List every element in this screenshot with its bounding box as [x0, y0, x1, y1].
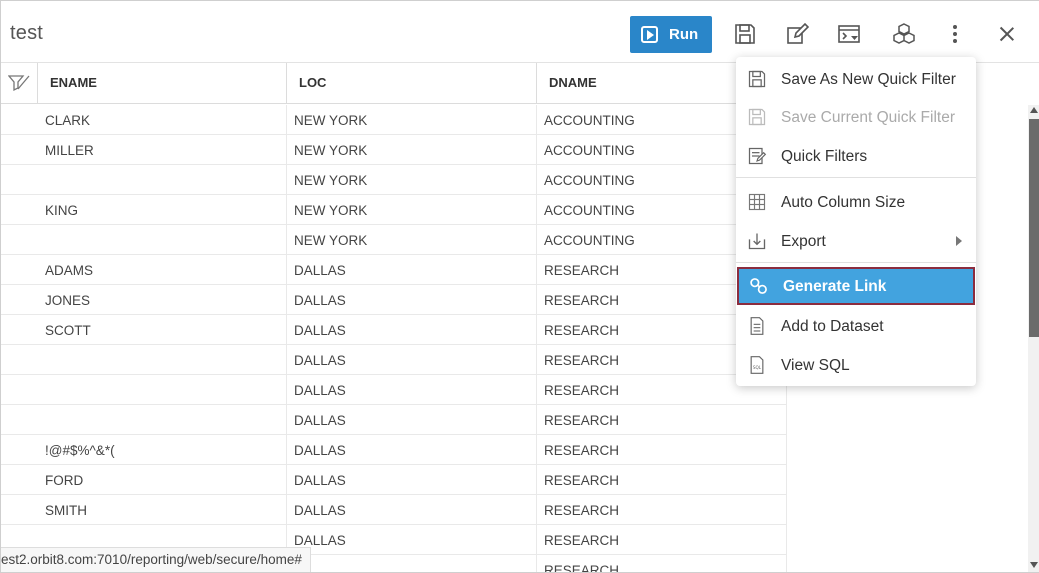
cell-ename[interactable]: [38, 165, 287, 195]
cell-ename[interactable]: FORD: [38, 465, 287, 495]
cell-dname[interactable]: RESEARCH: [537, 495, 787, 525]
table-row[interactable]: JONES DALLAS RESEARCH: [1, 285, 787, 315]
table-row[interactable]: DALLAS RESEARCH: [1, 375, 787, 405]
status-url: est2.orbit8.com:7010/reporting/web/secur…: [1, 547, 311, 572]
cell-dname[interactable]: RESEARCH: [537, 405, 787, 435]
column-header-ename[interactable]: ENAME: [38, 63, 287, 103]
cell-loc[interactable]: NEW YORK: [287, 135, 537, 165]
table-row[interactable]: CLARK NEW YORK ACCOUNTING: [1, 105, 787, 135]
cell-ename[interactable]: [38, 225, 287, 255]
menu-separator: [736, 262, 976, 263]
cell-ename[interactable]: [38, 405, 287, 435]
filter-list-icon: [747, 146, 767, 166]
report-viewer: test Run ENAME LOC DNAME CLARK NEW YORK …: [0, 0, 1039, 573]
cell-ename[interactable]: [38, 375, 287, 405]
column-header-loc[interactable]: LOC: [287, 63, 537, 103]
save-icon: [747, 107, 767, 127]
more-options-menu: Save As New Quick Filter Save Current Qu…: [736, 57, 976, 386]
report-title: test: [10, 22, 44, 44]
menu-item-export[interactable]: Export: [736, 222, 976, 260]
table-row[interactable]: SMITH DALLAS RESEARCH: [1, 495, 787, 525]
edit-icon[interactable]: [784, 21, 810, 47]
console-icon[interactable]: [836, 21, 862, 47]
cell-ename[interactable]: JONES: [38, 285, 287, 315]
table-row[interactable]: ADAMS DALLAS RESEARCH: [1, 255, 787, 285]
menu-item-auto-column-size[interactable]: Auto Column Size: [736, 183, 976, 221]
table-row[interactable]: DALLAS RESEARCH: [1, 345, 787, 375]
table-row[interactable]: DALLAS RESEARCH: [1, 405, 787, 435]
more-options-icon[interactable]: [948, 23, 962, 45]
cell-dname[interactable]: RESEARCH: [537, 465, 787, 495]
menu-item-quick-filters[interactable]: Quick Filters: [736, 137, 976, 175]
cell-loc[interactable]: DALLAS: [287, 345, 537, 375]
run-button[interactable]: Run: [630, 16, 712, 53]
table-row[interactable]: KING NEW YORK ACCOUNTING: [1, 195, 787, 225]
document-icon: [747, 316, 767, 336]
table-row[interactable]: FORD DALLAS RESEARCH: [1, 465, 787, 495]
menu-separator: [736, 177, 976, 178]
cubes-icon[interactable]: [891, 21, 917, 47]
svg-text:SQL: SQL: [753, 365, 762, 370]
export-icon: [747, 231, 767, 251]
cell-loc[interactable]: [287, 555, 537, 572]
submenu-arrow-icon: [956, 236, 962, 246]
cell-loc[interactable]: NEW YORK: [287, 195, 537, 225]
table-row[interactable]: !@#$%^&*(DALLAS RESEARCH: [1, 435, 787, 465]
cell-loc[interactable]: DALLAS: [287, 465, 537, 495]
cell-ename[interactable]: SCOTT: [38, 315, 287, 345]
scroll-up-icon[interactable]: [1030, 107, 1038, 113]
cell-loc[interactable]: NEW YORK: [287, 105, 537, 135]
cell-loc[interactable]: NEW YORK: [287, 165, 537, 195]
run-button-label: Run: [669, 26, 699, 43]
menu-item-add-to-dataset[interactable]: Add to Dataset: [736, 307, 976, 345]
cell-loc[interactable]: DALLAS: [287, 495, 537, 525]
table-row[interactable]: SCOTT DALLAS RESEARCH: [1, 315, 787, 345]
data-grid: ENAME LOC DNAME CLARK NEW YORK ACCOUNTING M…: [1, 63, 787, 572]
cell-dname[interactable]: RESEARCH: [537, 555, 787, 572]
menu-item-view-sql[interactable]: SQL View SQL: [736, 346, 976, 384]
cell-ename[interactable]: KING: [38, 195, 287, 225]
scroll-down-icon[interactable]: [1030, 562, 1038, 568]
cell-loc[interactable]: DALLAS: [287, 525, 537, 555]
table-row[interactable]: NEW YORK ACCOUNTING: [1, 165, 787, 195]
link-icon: [749, 276, 769, 296]
cell-ename[interactable]: MILLER: [38, 135, 287, 165]
save-icon: [747, 69, 767, 89]
cell-ename[interactable]: [38, 345, 287, 375]
cell-loc[interactable]: DALLAS: [287, 405, 537, 435]
scrollbar-thumb[interactable]: [1029, 119, 1039, 337]
table-row[interactable]: NEW YORK ACCOUNTING: [1, 225, 787, 255]
report-header: test Run: [1, 1, 1039, 63]
cell-ename[interactable]: !@#$%^&*(: [38, 435, 287, 465]
grid-icon: [747, 192, 767, 212]
cell-loc[interactable]: DALLAS: [287, 315, 537, 345]
cell-ename[interactable]: SMITH: [38, 495, 287, 525]
cell-loc[interactable]: DALLAS: [287, 255, 537, 285]
cell-dname[interactable]: RESEARCH: [537, 525, 787, 555]
menu-item-save-current-quick-filter[interactable]: Save Current Quick Filter: [736, 98, 976, 136]
close-icon[interactable]: [996, 23, 1018, 45]
play-icon: [641, 26, 658, 43]
cell-loc[interactable]: NEW YORK: [287, 225, 537, 255]
cell-ename[interactable]: ADAMS: [38, 255, 287, 285]
column-filter-icon[interactable]: [1, 63, 38, 103]
grid-header: ENAME LOC DNAME: [1, 63, 787, 104]
cell-ename[interactable]: CLARK: [38, 105, 287, 135]
vertical-scrollbar[interactable]: [1028, 105, 1039, 572]
cell-loc[interactable]: DALLAS: [287, 285, 537, 315]
cell-loc[interactable]: DALLAS: [287, 375, 537, 405]
cell-dname[interactable]: RESEARCH: [537, 435, 787, 465]
menu-item-save-as-new-quick-filter[interactable]: Save As New Quick Filter: [736, 60, 976, 98]
grid-rows: CLARK NEW YORK ACCOUNTING MILLER NEW YORK ACC…: [1, 105, 787, 572]
table-row[interactable]: MILLER NEW YORK ACCOUNTING: [1, 135, 787, 165]
sql-file-icon: SQL: [747, 355, 767, 375]
menu-item-generate-link[interactable]: Generate Link: [737, 267, 975, 305]
save-icon[interactable]: [732, 21, 758, 47]
cell-loc[interactable]: DALLAS: [287, 435, 537, 465]
